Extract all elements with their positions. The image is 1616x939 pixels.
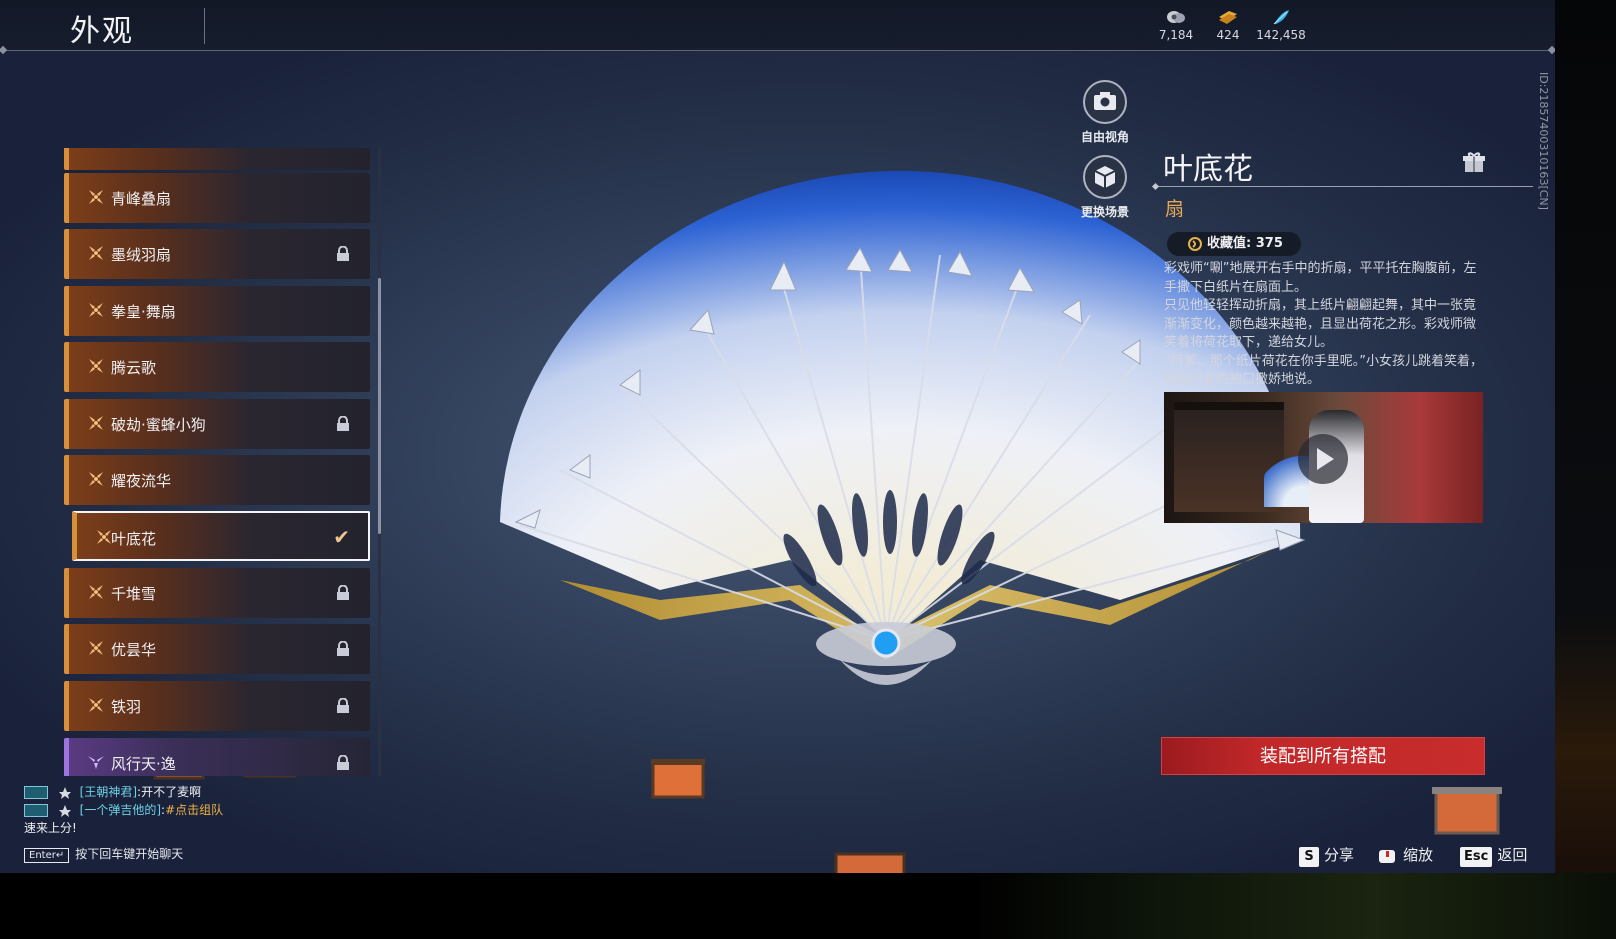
list-item-label: 墨绒羽扇 [111, 246, 172, 264]
chat-line-extra: 速来上分! [24, 821, 77, 835]
list-item[interactable]: 墨绒羽扇 [64, 229, 370, 279]
back-button[interactable]: Esc 返回 [1460, 844, 1527, 867]
fan-badge-icon [89, 246, 103, 260]
collect-icon [1188, 237, 1202, 251]
list-item[interactable]: 优昙华 [64, 624, 370, 674]
chat-team-link[interactable]: #点击组队 [165, 803, 223, 817]
lock-icon [337, 641, 349, 656]
list-item[interactable]: 千堆雪 [64, 568, 370, 618]
key-esc: Esc [1460, 847, 1493, 867]
back-label: 返回 [1497, 846, 1528, 864]
item-name: 叶底花 [1163, 152, 1253, 187]
description-paragraph: “阿爹，那个纸片荷花在你手里呢。”小女孩儿跳着笑着，拽着阿爹的袖口撒娇地说。 [1164, 353, 1483, 388]
list-item[interactable]: 腾云歌 [64, 342, 370, 392]
chat-box: [王朝神君]:开不了麦啊 [一个弹吉他的]:#点击组队 速来上分! [24, 783, 223, 837]
scene-cube-icon [1083, 155, 1127, 199]
list-item-label: 风行天·逸 [111, 755, 176, 773]
chat-hint-text: 按下回车键开始聊天 [75, 847, 184, 861]
list-item-label: 叶底花 [111, 530, 157, 548]
lantern [1432, 787, 1502, 835]
key-s: S [1299, 847, 1319, 867]
list-item-label: 破劫·蜜蜂小狗 [111, 416, 206, 434]
bottom-strip [0, 873, 1616, 939]
cube-icon-glyph [1094, 166, 1116, 188]
fan-badge-icon [89, 698, 103, 712]
list-item-label: 千堆雪 [111, 585, 157, 603]
lock-icon [337, 755, 349, 770]
uid-text: ID:2185740031016З[CN] [1537, 72, 1550, 210]
gift-icon[interactable] [1462, 150, 1486, 174]
purple-badge-icon [88, 756, 104, 769]
play-icon[interactable] [1298, 434, 1348, 484]
list-item[interactable] [64, 148, 370, 170]
scene-background: 外观 7,184 424 142,458 青峰叠扇 墨绒羽扇 拳皇·舞扇 腾云歌… [0, 0, 1555, 873]
list-item[interactable]: 风行天·逸 [64, 738, 370, 776]
list-item-label: 优昙华 [111, 641, 157, 659]
guild-emblem-icon [58, 804, 71, 817]
fan-badge-icon [89, 190, 103, 204]
fan-badge-icon [89, 359, 103, 373]
change-scene-label: 更换场景 [1080, 205, 1129, 219]
change-scene-button[interactable]: 更换场景 [1065, 155, 1145, 220]
share-button[interactable]: S 分享 [1299, 844, 1354, 867]
list-item[interactable]: 破劫·蜜蜂小狗 [64, 399, 370, 449]
right-edge-strip: ID:2185740031016З[CN] [1537, 0, 1616, 939]
free-view-button[interactable]: 自由视角 [1065, 80, 1145, 145]
list-item[interactable]: 耀夜流华 [64, 455, 370, 505]
camera-icon [1083, 80, 1127, 124]
fan-badge-icon [89, 303, 103, 317]
lantern [834, 852, 906, 873]
equip-all-button[interactable]: 装配到所有搭配 [1161, 737, 1485, 775]
list-item[interactable]: 青峰叠扇 [64, 173, 370, 223]
list-item-label: 青峰叠扇 [111, 190, 172, 208]
chat-hint[interactable]: Enter↵ 按下回车键开始聊天 [24, 845, 183, 863]
fan-badge-icon [89, 641, 103, 655]
checkmark-icon: ✔ [333, 525, 350, 549]
zoom-label: 缩放 [1403, 846, 1434, 864]
description-paragraph: 彩戏师“唰”地展开右手中的折扇，平平托在胸腹前，左手撒下白纸片在扇面上。 [1164, 261, 1477, 295]
description-paragraph: 只见他轻轻挥动折扇，其上纸片翩翩起舞，其中一张竟渐渐变化，颜色越来越艳，且显出荷… [1164, 298, 1477, 350]
collect-value-badge: 收藏值: 375 [1167, 232, 1301, 256]
lock-icon [337, 416, 349, 431]
lock-icon [337, 585, 349, 600]
guild-emblem-icon [58, 786, 71, 799]
fan-badge-icon [89, 472, 103, 486]
chat-line: [王朝神君]:开不了麦啊 [24, 783, 223, 801]
chat-sender[interactable]: [王朝神君] [80, 785, 137, 799]
enter-key: Enter↵ [24, 848, 70, 863]
lantern [651, 759, 705, 799]
share-label: 分享 [1324, 846, 1355, 864]
chat-sender[interactable]: [一个弹吉他的] [80, 803, 161, 817]
fan-badge-icon [89, 416, 103, 430]
fan-badge-icon [89, 585, 103, 599]
list-item-label: 耀夜流华 [111, 472, 172, 490]
mouse-wheel-icon [1379, 849, 1395, 863]
chat-line: [一个弹吉他的]:#点击组队 [24, 801, 223, 819]
list-item-selected[interactable]: 叶底花 ✔ [72, 511, 370, 561]
lock-icon [337, 246, 349, 261]
title-divider-line [1153, 186, 1533, 187]
item-type: 扇 [1165, 198, 1185, 220]
zoom-button[interactable]: 缩放 [1377, 844, 1433, 865]
item-description: 彩戏师“唰”地展开右手中的折扇，平平托在胸腹前，左手撒下白纸片在扇面上。 只见他… [1164, 260, 1488, 390]
free-view-label: 自由视角 [1080, 130, 1129, 144]
list-item-label: 铁羽 [111, 698, 142, 716]
list-item-label: 腾云歌 [111, 359, 157, 377]
channel-tag-icon [24, 786, 48, 799]
chat-message: 开不了麦啊 [141, 785, 202, 799]
collect-value: 收藏值: 375 [1207, 236, 1283, 251]
lock-icon [337, 698, 349, 713]
list-scrollbar[interactable] [378, 278, 381, 534]
list-item[interactable]: 拳皇·舞扇 [64, 286, 370, 336]
appearance-list: 青峰叠扇 墨绒羽扇 拳皇·舞扇 腾云歌 破劫·蜜蜂小狗 耀夜流华 叶底花 ✔ 千… [60, 148, 375, 776]
list-item[interactable]: 铁羽 [64, 681, 370, 731]
channel-tag-icon [24, 804, 48, 817]
camera-icon-glyph [1094, 92, 1116, 110]
list-item-label: 拳皇·舞扇 [111, 303, 176, 321]
